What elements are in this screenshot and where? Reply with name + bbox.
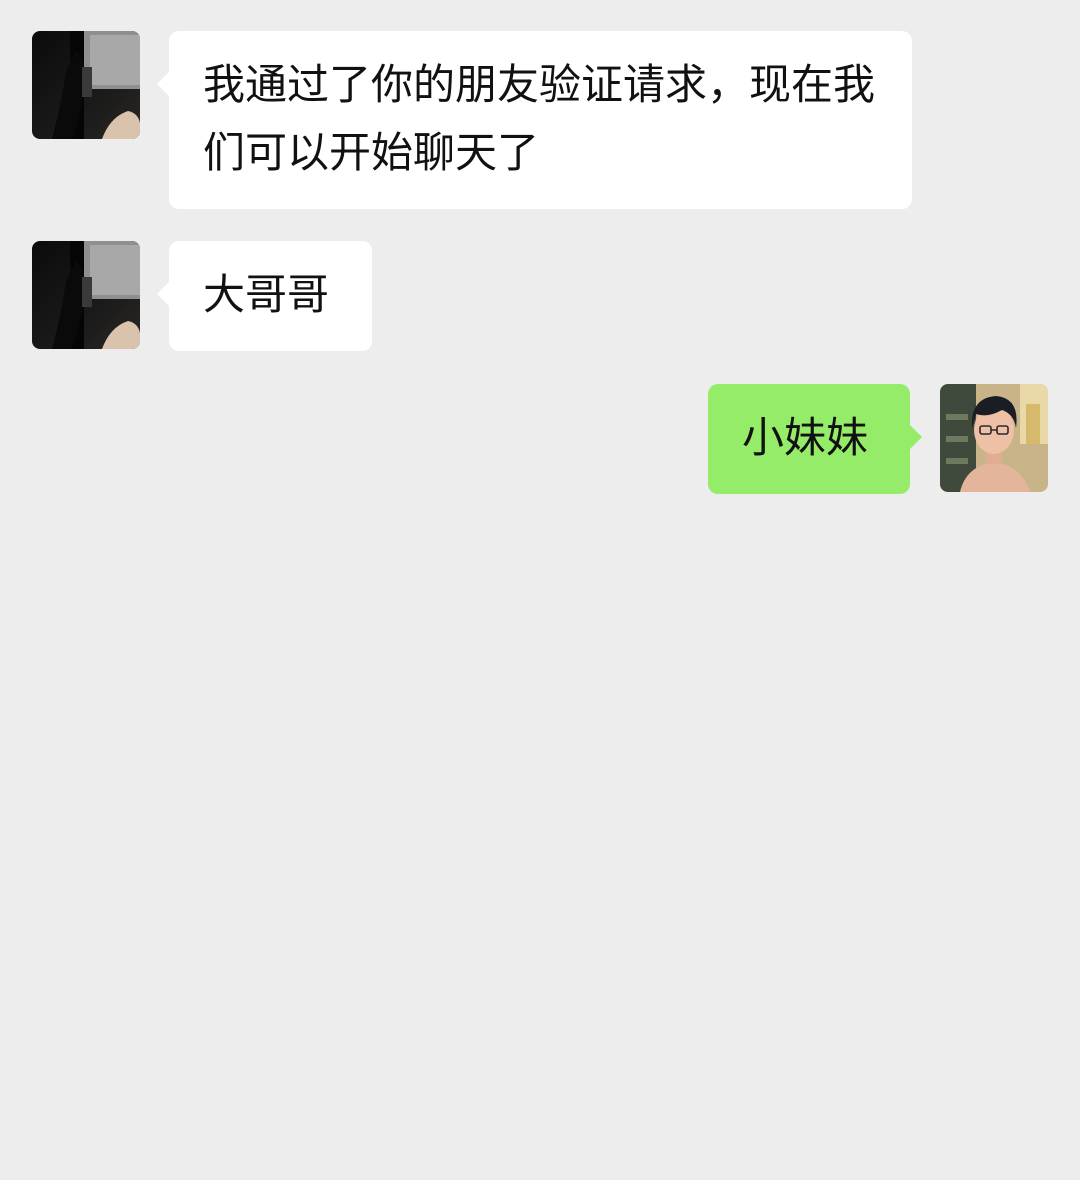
contact-avatar[interactable] bbox=[32, 31, 140, 139]
user-avatar[interactable] bbox=[940, 384, 1048, 492]
message-text: 我通过了你的朋友验证请求，现在我们可以开始聊天了 bbox=[203, 60, 876, 177]
user-avatar-image bbox=[940, 384, 1048, 492]
outgoing-message-bubble[interactable]: 小妹妹 bbox=[708, 384, 922, 494]
contact-avatar-image bbox=[32, 241, 140, 349]
contact-avatar-image bbox=[32, 31, 140, 139]
message-text: 小妹妹 bbox=[742, 413, 869, 462]
incoming-message-bubble[interactable]: 我通过了你的朋友验证请求，现在我们可以开始聊天了 bbox=[157, 31, 912, 209]
contact-avatar[interactable] bbox=[32, 241, 140, 349]
message-text: 大哥哥 bbox=[203, 270, 330, 319]
incoming-message-bubble[interactable]: 大哥哥 bbox=[157, 241, 372, 351]
